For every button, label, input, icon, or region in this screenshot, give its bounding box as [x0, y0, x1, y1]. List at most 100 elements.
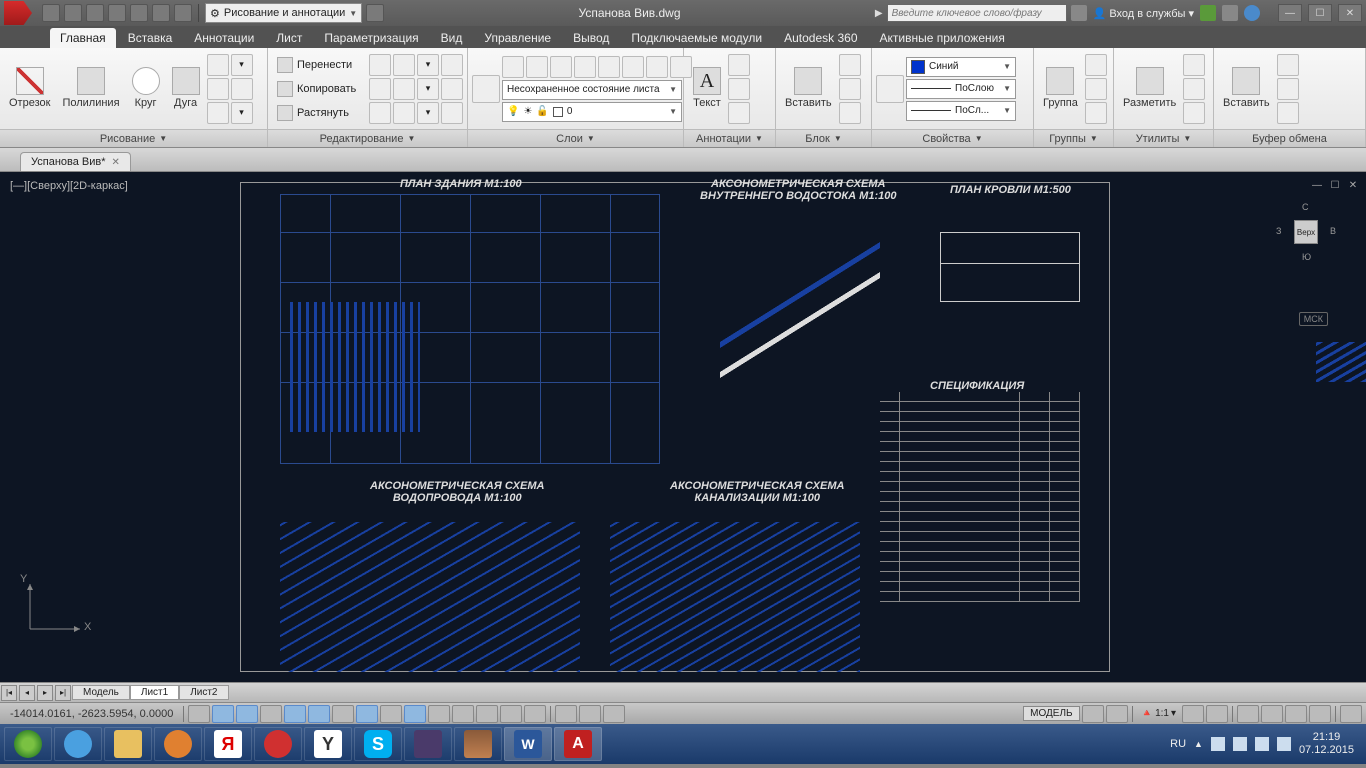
sb-otrack-icon[interactable]	[356, 705, 378, 723]
tab-insert[interactable]: Вставка	[118, 28, 183, 48]
tab-express[interactable]: Активные приложения	[870, 28, 1015, 48]
sb-am-icon[interactable]	[524, 705, 546, 723]
tb-yandex-icon[interactable]: Я	[204, 727, 252, 761]
u3-icon[interactable]	[1183, 102, 1205, 124]
cut-icon[interactable]	[1277, 54, 1299, 76]
paste-button[interactable]: Вставить	[1218, 64, 1275, 112]
measure-button[interactable]: Разметить	[1118, 64, 1181, 112]
sb-annoscale[interactable]: 🔺 1:1 ▾	[1137, 708, 1180, 719]
viewport-max-icon[interactable]: ☐	[1328, 178, 1342, 192]
viewcube[interactable]: С Ю З В Верх	[1276, 202, 1336, 262]
sb-ws-icon[interactable]	[1237, 705, 1259, 723]
stayconnected-icon[interactable]	[1222, 5, 1238, 21]
tab-output[interactable]: Вывод	[563, 28, 619, 48]
tray-show-hidden-icon[interactable]: ▲	[1194, 739, 1203, 749]
app-logo[interactable]	[4, 1, 32, 25]
tb-wmp-icon[interactable]	[154, 727, 202, 761]
drawing-area[interactable]: [—][Сверху][2D-каркас] — ☐ ✕ ПЛАН ЗДАНИЯ…	[0, 172, 1366, 682]
line-button[interactable]: Отрезок	[4, 64, 55, 112]
chevron-down-icon[interactable]: ▼	[159, 134, 167, 143]
lineweight-dropdown[interactable]: ПоСлою▼	[906, 79, 1016, 99]
polyline-button[interactable]: Полилиния	[57, 64, 124, 112]
search-input[interactable]: Введите ключевое слово/фразу	[887, 4, 1067, 22]
layer-state-dropdown[interactable]: Несохраненное состояние листа▼	[502, 80, 682, 100]
u1-icon[interactable]	[1183, 54, 1205, 76]
qat-new-icon[interactable]	[42, 4, 60, 22]
l3-icon[interactable]	[550, 56, 572, 78]
copy-clip-icon[interactable]	[1277, 78, 1299, 100]
arc-button[interactable]: Дуга	[167, 64, 205, 112]
viewport-close-icon[interactable]: ✕	[1346, 178, 1360, 192]
file-tab[interactable]: Успанова Вив* ✕	[20, 152, 131, 171]
linetype-dropdown[interactable]: ПоСл...▼	[906, 101, 1016, 121]
maximize-button[interactable]: ☐	[1308, 4, 1332, 22]
infocenter-icon[interactable]	[1071, 5, 1087, 21]
sb-infer-icon[interactable]	[188, 705, 210, 723]
wcs-label[interactable]: МСК	[1299, 312, 1328, 326]
create-icon[interactable]	[839, 54, 861, 76]
lt-last-icon[interactable]: ▸|	[55, 685, 71, 701]
group-button[interactable]: Группа	[1038, 64, 1083, 112]
tab-parametric[interactable]: Параметризация	[314, 28, 428, 48]
sb-3dosnap-icon[interactable]	[332, 705, 354, 723]
sb-lwt-icon[interactable]	[428, 705, 450, 723]
sb-iso-icon[interactable]	[1309, 705, 1331, 723]
qat-save-icon[interactable]	[86, 4, 104, 22]
tb-ie-icon[interactable]	[54, 727, 102, 761]
close-icon[interactable]: ✕	[112, 157, 120, 168]
sb-qvd-icon[interactable]	[603, 705, 625, 723]
sb-hw-icon[interactable]	[1285, 705, 1307, 723]
edit-icon[interactable]	[839, 78, 861, 100]
help-icon[interactable]	[1244, 5, 1260, 21]
layer-current-dropdown[interactable]: 💡☀🔓0▼	[502, 102, 682, 122]
tab-a360[interactable]: Autodesk 360	[774, 28, 867, 48]
trim-icon[interactable]	[393, 54, 415, 76]
sb-clean-icon[interactable]	[1340, 705, 1362, 723]
sb-tpy-icon[interactable]	[452, 705, 474, 723]
mirror-icon[interactable]	[369, 78, 391, 100]
lt-next-icon[interactable]: ▸	[37, 685, 53, 701]
layout-tab-2[interactable]: Лист2	[179, 685, 228, 700]
copy-button[interactable]: Копировать	[272, 78, 367, 100]
layout-tab-model[interactable]: Модель	[72, 685, 130, 700]
hatch-icon[interactable]	[207, 102, 229, 124]
tray-network-icon[interactable]	[1255, 737, 1269, 751]
l5-icon[interactable]	[598, 56, 620, 78]
tray-flag-icon[interactable]	[1211, 737, 1225, 751]
sb-qp-icon[interactable]	[476, 705, 498, 723]
groupedit-icon[interactable]	[1085, 78, 1107, 100]
sb-model-icon[interactable]	[555, 705, 577, 723]
sb-annovis-icon[interactable]	[1182, 705, 1204, 723]
sb-sc-icon[interactable]	[500, 705, 522, 723]
match-icon[interactable]	[876, 75, 904, 103]
l2-icon[interactable]	[526, 56, 548, 78]
sb-ortho-icon[interactable]	[260, 705, 282, 723]
tb-word-icon[interactable]: W	[504, 727, 552, 761]
layout-tab-1[interactable]: Лист1	[130, 685, 179, 700]
sb-toolbar-icon[interactable]	[1261, 705, 1283, 723]
l6-icon[interactable]	[622, 56, 644, 78]
hatch-dd-icon[interactable]: ▾	[231, 102, 253, 124]
erase-icon[interactable]	[441, 54, 463, 76]
groupbb-icon[interactable]	[1085, 102, 1107, 124]
spline-icon[interactable]	[207, 78, 229, 100]
insert-button[interactable]: Вставить	[780, 64, 837, 112]
rect-dd-icon[interactable]: ▾	[231, 54, 253, 76]
vc-top[interactable]: Верх	[1294, 220, 1318, 244]
tb-autocad-icon[interactable]: A	[554, 727, 602, 761]
sb-osnap-icon[interactable]	[308, 705, 330, 723]
tab-annotate[interactable]: Аннотации	[184, 28, 264, 48]
tb-explorer-icon[interactable]	[104, 727, 152, 761]
sb-grid-icon[interactable]	[236, 705, 258, 723]
move-button[interactable]: Перенести	[272, 54, 367, 76]
rotate-icon[interactable]	[369, 54, 391, 76]
tray-action-icon[interactable]	[1233, 737, 1247, 751]
minimize-button[interactable]: —	[1278, 4, 1302, 22]
qat-open-icon[interactable]	[64, 4, 82, 22]
l4-icon[interactable]	[574, 56, 596, 78]
tb-winrar-icon[interactable]	[454, 727, 502, 761]
explode-icon[interactable]	[441, 78, 463, 100]
tb-app1-icon[interactable]	[404, 727, 452, 761]
view-controls[interactable]: [—][Сверху][2D-каркас]	[10, 180, 128, 192]
sb-qv-icon[interactable]	[579, 705, 601, 723]
